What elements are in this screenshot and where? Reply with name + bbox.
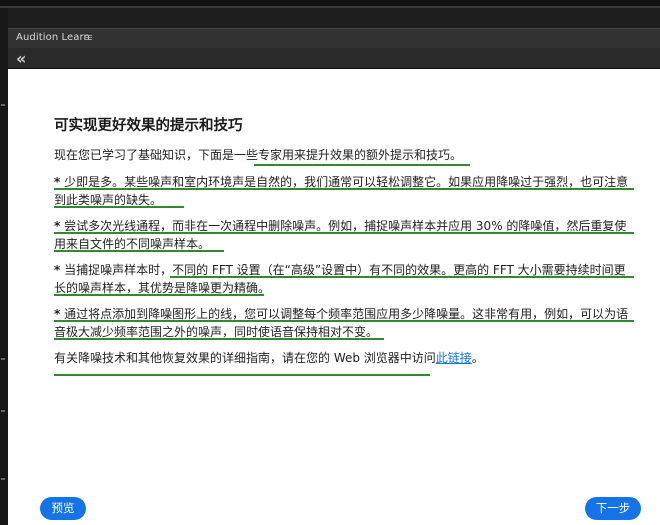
tip-text: 尝试多次光线通程，而非在一次通程中删除噪声。例如，捕捉噪声样本并应用 30% 的…: [54, 219, 627, 251]
footer-text: 有关降噪技术和其他恢复效果的详细指南，请在您的 Web 浏览器中访问此链接。: [54, 349, 634, 367]
annotation-underline: [170, 276, 634, 278]
annotation-underline: [54, 188, 634, 190]
host-top-line: [0, 6, 660, 8]
annotation-underline: [54, 232, 634, 234]
tip-text: 少即是多。某些噪声和室内环境声是自然的，我们通常可以轻松调整它。如果应用降噪过于…: [54, 175, 629, 207]
annotation-underline: [54, 250, 224, 252]
tip-bullet: *: [54, 175, 61, 189]
menu-icon[interactable]: ≡: [84, 31, 93, 44]
annotation-underline: [54, 294, 264, 296]
next-step-button[interactable]: 下一步: [585, 497, 641, 520]
preview-button[interactable]: 预览: [40, 497, 86, 520]
tip-text: 通过将点添加到降噪图形上的线，您可以调整每个频率范围应用多少降噪量。这非常有用，…: [54, 307, 629, 339]
annotation-underline: [54, 206, 184, 208]
back-chevron-icon[interactable]: «: [16, 49, 26, 68]
tip-2: * 尝试多次光线通程，而非在一次通程中删除噪声。例如，捕捉噪声样本并应用 30%…: [54, 217, 634, 253]
panel-header: Audition Learn ≡: [8, 28, 660, 49]
annotation-underline: [54, 320, 634, 322]
tip-bullet: *: [54, 263, 61, 277]
strip-tick: [1, 358, 5, 360]
strip-tick: [1, 478, 5, 480]
annotation-underline: [54, 338, 384, 340]
tip-bullet: *: [54, 307, 61, 321]
footer-end: 。: [471, 351, 484, 365]
annotation-underline: [54, 374, 430, 376]
host-left-strip: [0, 8, 8, 525]
footer-lead: 有关降噪技术和其他恢复效果的详细指南，请在您的 Web 浏览器中访问: [54, 351, 436, 365]
page-title: 可实现更好效果的提示和技巧: [54, 118, 243, 134]
annotation-underline: [254, 164, 470, 166]
strip-tick: [1, 104, 5, 106]
panel-toolbar: «: [8, 48, 660, 69]
guide-link[interactable]: 此链接: [436, 351, 472, 365]
tip-4: * 通过将点添加到降噪图形上的线，您可以调整每个频率范围应用多少降噪量。这非常有…: [54, 305, 634, 341]
tip-3: * 当捕捉噪声样本时，不同的 FFT 设置（在“高级”设置中）有不同的效果。更高…: [54, 261, 634, 297]
tip-1: * 少即是多。某些噪声和室内环境声是自然的，我们通常可以轻松调整它。如果应用降噪…: [54, 173, 634, 209]
tip-text: 当捕捉噪声样本时，不同的 FFT 设置（在“高级”设置中）有不同的效果。更高的 …: [54, 263, 626, 295]
tip-bullet: *: [54, 219, 61, 233]
strip-tick: [1, 410, 5, 412]
learn-content: 可实现更好效果的提示和技巧 现在您已学习了基础知识，下面是一些专家用来提升效果的…: [8, 69, 660, 525]
panel-title: Audition Learn: [16, 32, 90, 43]
intro-text: 现在您已学习了基础知识，下面是一些专家用来提升效果的额外提示和技巧。: [54, 148, 463, 162]
